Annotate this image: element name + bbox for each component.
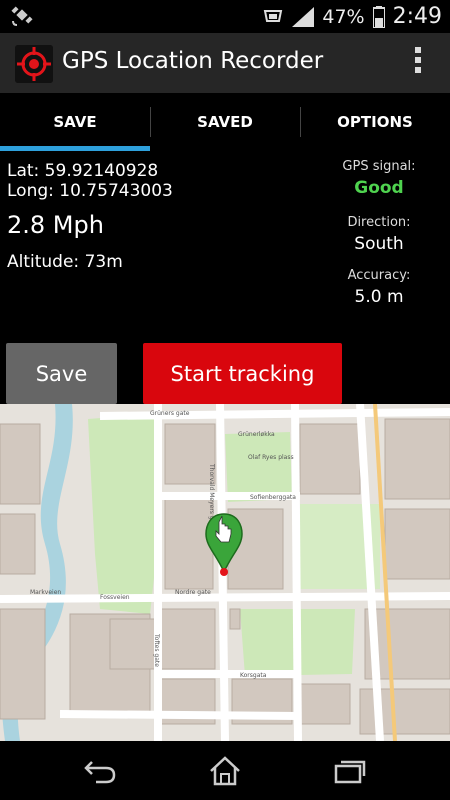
navigation-bar bbox=[0, 741, 450, 800]
home-icon[interactable] bbox=[207, 754, 243, 788]
map-label: Grünerløkka bbox=[238, 431, 275, 438]
accuracy-block: Accuracy: 5.0 m bbox=[314, 268, 444, 307]
tab-saved[interactable]: SAVED bbox=[150, 93, 300, 151]
accuracy-value: 5.0 m bbox=[354, 287, 404, 307]
tab-save[interactable]: SAVE bbox=[0, 93, 150, 151]
overflow-menu-icon[interactable] bbox=[414, 47, 422, 79]
latitude-text: Lat: 59.92140928 bbox=[7, 161, 159, 181]
gps-signal-block: GPS signal: Good bbox=[314, 159, 444, 198]
map-label: Grüners gate bbox=[150, 410, 190, 417]
map-view[interactable]: Grüners gate Grünerløkka Sofienberggata … bbox=[0, 404, 450, 741]
battery-icon bbox=[372, 5, 385, 28]
save-button[interactable]: Save bbox=[6, 343, 117, 404]
clock: 2:49 bbox=[392, 4, 442, 29]
direction-label: Direction: bbox=[347, 215, 411, 230]
tab-bar: SAVE SAVED OPTIONS bbox=[0, 93, 450, 151]
longitude-text: Long: 10.75743003 bbox=[7, 181, 173, 201]
satellite-icon bbox=[11, 6, 33, 26]
map-label: Toftes gate bbox=[153, 633, 160, 667]
recents-icon[interactable] bbox=[332, 754, 368, 788]
map-label: Fossveien bbox=[100, 594, 130, 601]
park-area bbox=[88, 414, 160, 614]
park-area bbox=[225, 432, 292, 502]
crosshair-target-icon[interactable] bbox=[15, 45, 53, 83]
map-label: Nordre gate bbox=[175, 589, 211, 596]
gps-signal-value: Good bbox=[354, 178, 404, 198]
start-tracking-button[interactable]: Start tracking bbox=[143, 343, 342, 404]
accuracy-label: Accuracy: bbox=[347, 268, 411, 283]
tab-options[interactable]: OPTIONS bbox=[300, 93, 450, 151]
location-info-panel: Lat: 59.92140928 Long: 10.75743003 2.8 M… bbox=[0, 151, 450, 341]
gps-signal-label: GPS signal: bbox=[342, 159, 416, 174]
map-label: Sofienberggata bbox=[250, 494, 296, 501]
map-label: Korsgata bbox=[240, 672, 267, 679]
direction-block: Direction: South bbox=[314, 215, 444, 254]
map-label: Olaf Ryes plass bbox=[248, 454, 294, 461]
app-title: GPS Location Recorder bbox=[62, 48, 324, 74]
altitude-text: Altitude: 73m bbox=[7, 252, 123, 272]
street-map: Grüners gate Grünerløkka Sofienberggata … bbox=[0, 404, 450, 741]
battery-percent: 47% bbox=[322, 5, 365, 28]
back-icon[interactable] bbox=[82, 754, 118, 788]
speed-text: 2.8 Mph bbox=[7, 211, 104, 239]
map-label: Markveien bbox=[30, 589, 61, 596]
action-bar: GPS Location Recorder bbox=[0, 33, 450, 93]
notification-icon bbox=[264, 9, 283, 22]
status-bar: 47% 2:49 bbox=[0, 0, 450, 33]
signal-icon bbox=[292, 6, 315, 27]
direction-value: South bbox=[354, 234, 404, 254]
